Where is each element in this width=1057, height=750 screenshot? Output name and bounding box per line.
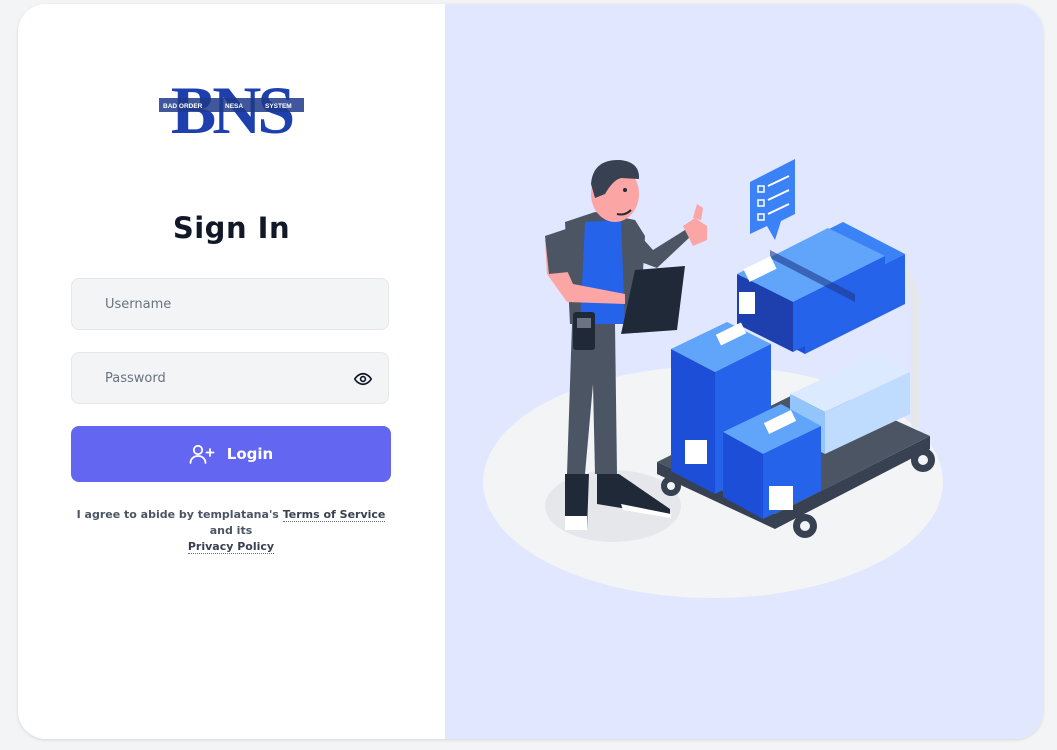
username-field[interactable]: [71, 278, 389, 330]
terms-of-service-link[interactable]: Terms of Service: [282, 508, 386, 522]
user-plus-icon: [189, 444, 215, 464]
terms-middle: and its: [209, 524, 253, 537]
delivery-illustration: [483, 159, 943, 598]
bns-logo: BNS BAD ORDER NESA SYSTEM: [159, 76, 304, 138]
login-card: BNS BAD ORDER NESA SYSTEM Sign In L: [18, 4, 1043, 739]
checklist-bubble: [750, 159, 795, 240]
svg-text:SYSTEM: SYSTEM: [265, 103, 292, 110]
privacy-policy-link[interactable]: Privacy Policy: [187, 540, 275, 554]
svg-text:BAD ORDER: BAD ORDER: [163, 103, 203, 110]
terms-prefix: I agree to abide by templatana's: [76, 508, 279, 521]
page-title: Sign In: [172, 211, 291, 245]
login-button[interactable]: Login: [71, 426, 391, 482]
svg-text:NESA: NESA: [225, 103, 243, 110]
login-button-label: Login: [226, 445, 274, 463]
eye-icon[interactable]: [354, 370, 372, 388]
login-panel: BNS BAD ORDER NESA SYSTEM Sign In L: [18, 4, 445, 739]
terms-text: I agree to abide by templatana's Terms o…: [71, 507, 391, 555]
illustration-panel: [445, 4, 1043, 739]
password-input[interactable]: [72, 353, 388, 403]
username-input[interactable]: [72, 279, 388, 329]
password-field[interactable]: [71, 352, 389, 404]
